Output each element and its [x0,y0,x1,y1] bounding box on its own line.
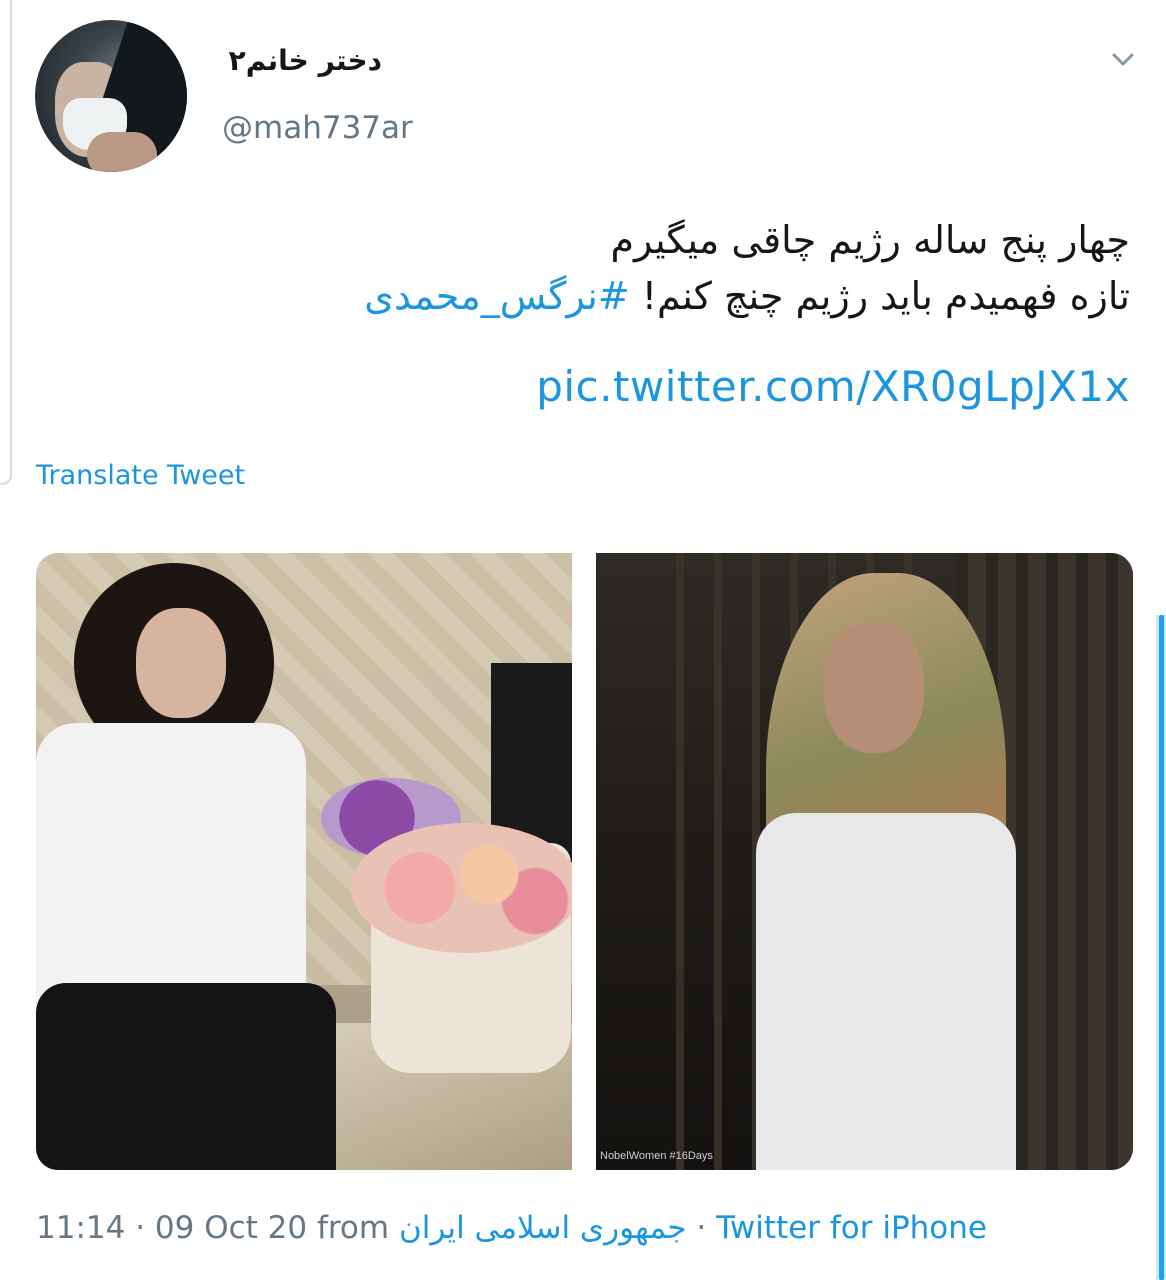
translate-tweet-link[interactable]: Translate Tweet [36,460,245,491]
photo-body [36,723,306,1023]
meta-separator: · [686,1210,717,1246]
photo-flowers [351,823,572,953]
photo-shirt [756,813,1016,1170]
photo-legs [36,983,336,1170]
hashtag-link[interactable]: #نرگس_محمدی [364,274,629,318]
tweet-photo-2[interactable]: NobelWomen #16Days [596,553,1133,1170]
display-name[interactable]: دختر خانم۲ [222,44,382,77]
tweet-source-link[interactable]: Twitter for iPhone [716,1210,987,1246]
avatar[interactable] [35,20,187,172]
tweet-line-1: چهار پنج ساله رژیم چاقی میگیرم [610,218,1130,262]
tweet-line-2-text: تازه فهمیدم باید رژیم چنچ کنم! [629,274,1130,318]
tweet-text: چهار پنج ساله رژیم چاقی میگیرم تازه فهمی… [130,212,1130,324]
tweet-location-link[interactable]: جمهوری اسلامی ایران [399,1210,687,1246]
tweet-timestamp[interactable]: 11:14 · 09 Oct 20 from [36,1210,399,1246]
photo-caption: NobelWomen #16Days [600,1150,713,1162]
photo-face [136,608,226,718]
scrollbar-thumb[interactable] [1159,615,1164,1280]
avatar-hand [87,132,157,172]
chevron-down-icon[interactable] [1110,46,1136,72]
tweet-line-2: تازه فهمیدم باید رژیم چنچ کنم! #نرگس_محم… [130,268,1130,324]
user-handle[interactable]: @mah737ar [222,110,413,146]
left-border [0,0,12,485]
pic-link[interactable]: pic.twitter.com/XR0gLpJX1x [536,362,1130,411]
tweet-meta: 11:14 · 09 Oct 20 from جمهوری اسلامی ایر… [36,1210,987,1246]
photo-face [824,623,924,753]
tweet-photo-1[interactable] [36,553,572,1170]
